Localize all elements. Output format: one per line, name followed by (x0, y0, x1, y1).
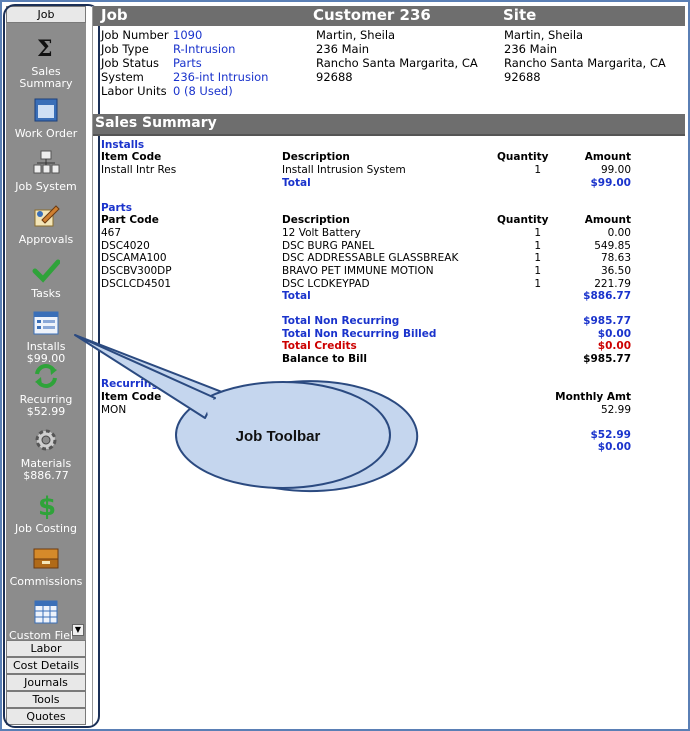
table-cell: 467 (101, 227, 122, 239)
col-header: Item Code (101, 151, 162, 163)
table-cell: 12 Volt Battery (282, 227, 361, 239)
balance-label: Balance to Bill (282, 353, 367, 365)
table-cell: 99.00 (600, 164, 631, 176)
table-cell: 78.63 (600, 252, 631, 264)
total-credits-label: Total Credits (282, 340, 357, 352)
main-panel: Job Customer 236 Site Job Number Job Typ… (92, 6, 685, 725)
table-cell: 1 (534, 240, 541, 252)
total-credits-value: $0.00 (597, 340, 631, 352)
table-cell: 0.00 (607, 227, 631, 239)
toolbar-highlight-outline (3, 4, 100, 728)
total-value: $886.77 (583, 290, 631, 302)
total-label: Total (282, 290, 311, 302)
table-cell: 1 (534, 164, 541, 176)
installs-title: Installs (101, 139, 145, 151)
table-cell: 549.85 (594, 240, 631, 252)
col-header: Part Code (101, 214, 159, 226)
header-job: Job (101, 6, 128, 24)
system-link[interactable]: 236-int Intrusion (173, 70, 268, 84)
text: Martin, Sheila (504, 28, 584, 42)
label: Job Type (101, 42, 149, 56)
text: 92688 (504, 70, 541, 84)
table-cell: DSCLCD4501 (101, 278, 172, 290)
site-address: Martin, Sheila 236 Main Rancho Santa Mar… (504, 28, 666, 84)
total-value: $99.00 (590, 177, 631, 189)
header-customer: Customer 236 (313, 6, 431, 24)
label: System (101, 70, 144, 84)
col-header: Description (282, 151, 350, 163)
recurring-billed-label-tail: d (383, 441, 391, 453)
header-bar: Job Customer 236 Site (93, 6, 685, 26)
recurring-total: $52.99 (590, 429, 631, 441)
table-cell: DSC4020 (101, 240, 150, 252)
total-billed-label: Total Non Recurring Billed (282, 328, 437, 340)
label: Labor Units (101, 84, 167, 98)
table-cell: Install Intr Res (101, 164, 177, 176)
label: Job Status (101, 56, 160, 70)
customer-address: Martin, Sheila 236 Main Rancho Santa Mar… (316, 28, 478, 84)
table-cell: 1 (534, 265, 541, 277)
recurring-billed-value: $0.00 (597, 441, 631, 453)
total-label: Total (282, 177, 311, 189)
col-header: Item Code (101, 391, 162, 403)
divider (93, 134, 685, 136)
section-title: Sales Summary (95, 115, 217, 131)
total-non-recurring-label: Total Non Recurring (282, 315, 400, 327)
col-header: Monthly Amt (555, 391, 631, 403)
label: Job Number (101, 28, 169, 42)
col-header: Quantity (497, 151, 549, 163)
table-cell: DSCAMA100 (101, 252, 167, 264)
table-cell: DSC BURG PANEL (282, 240, 375, 252)
total-billed-value: $0.00 (597, 328, 631, 340)
table-cell: DSC LCDKEYPAD (282, 278, 370, 290)
total-non-recurring-value: $985.77 (583, 315, 631, 327)
col-header: Quantity (497, 214, 549, 226)
table-cell: Install Intrusion System (282, 164, 406, 176)
header-site: Site (503, 6, 537, 24)
text: Martin, Sheila (316, 28, 396, 42)
balance-value: $985.77 (583, 353, 631, 365)
text: Rancho Santa Margarita, CA (316, 56, 478, 70)
col-header: Amount (584, 214, 631, 226)
table-cell: 221.79 (594, 278, 631, 290)
table-cell: 1 (534, 278, 541, 290)
job-status-link[interactable]: Parts (173, 56, 268, 70)
job-type-link[interactable]: R-Intrusion (173, 42, 268, 56)
table-cell: MON (101, 404, 127, 416)
recurring-title: Recurring (101, 378, 159, 390)
table-cell: 1 (534, 227, 541, 239)
text: Rancho Santa Margarita, CA (504, 56, 666, 70)
table-cell: 1 (534, 252, 541, 264)
table-cell: BRAVO PET IMMUNE MOTION (282, 265, 434, 277)
table-cell: DSC ADDRESSABLE GLASSBREAK (282, 252, 459, 264)
sales-summary-header: Sales Summary (93, 114, 685, 136)
table-cell: DSCBV300DP (101, 265, 172, 277)
table-cell: 52.99 (600, 404, 631, 416)
job-info-values: 1090 R-Intrusion Parts 236-int Intrusion… (173, 28, 268, 98)
text: 236 Main (316, 42, 370, 56)
job-number-link[interactable]: 1090 (173, 28, 268, 42)
table-cell: 36.50 (600, 265, 631, 277)
text: 92688 (316, 70, 353, 84)
col-header: Description (282, 214, 350, 226)
col-header: Amount (584, 151, 631, 163)
labor-units-link[interactable]: 0 (8 Used) (173, 84, 268, 98)
job-info-labels: Job Number Job Type Job Status System La… (101, 28, 169, 98)
parts-title: Parts (101, 202, 132, 214)
text: 236 Main (504, 42, 558, 56)
